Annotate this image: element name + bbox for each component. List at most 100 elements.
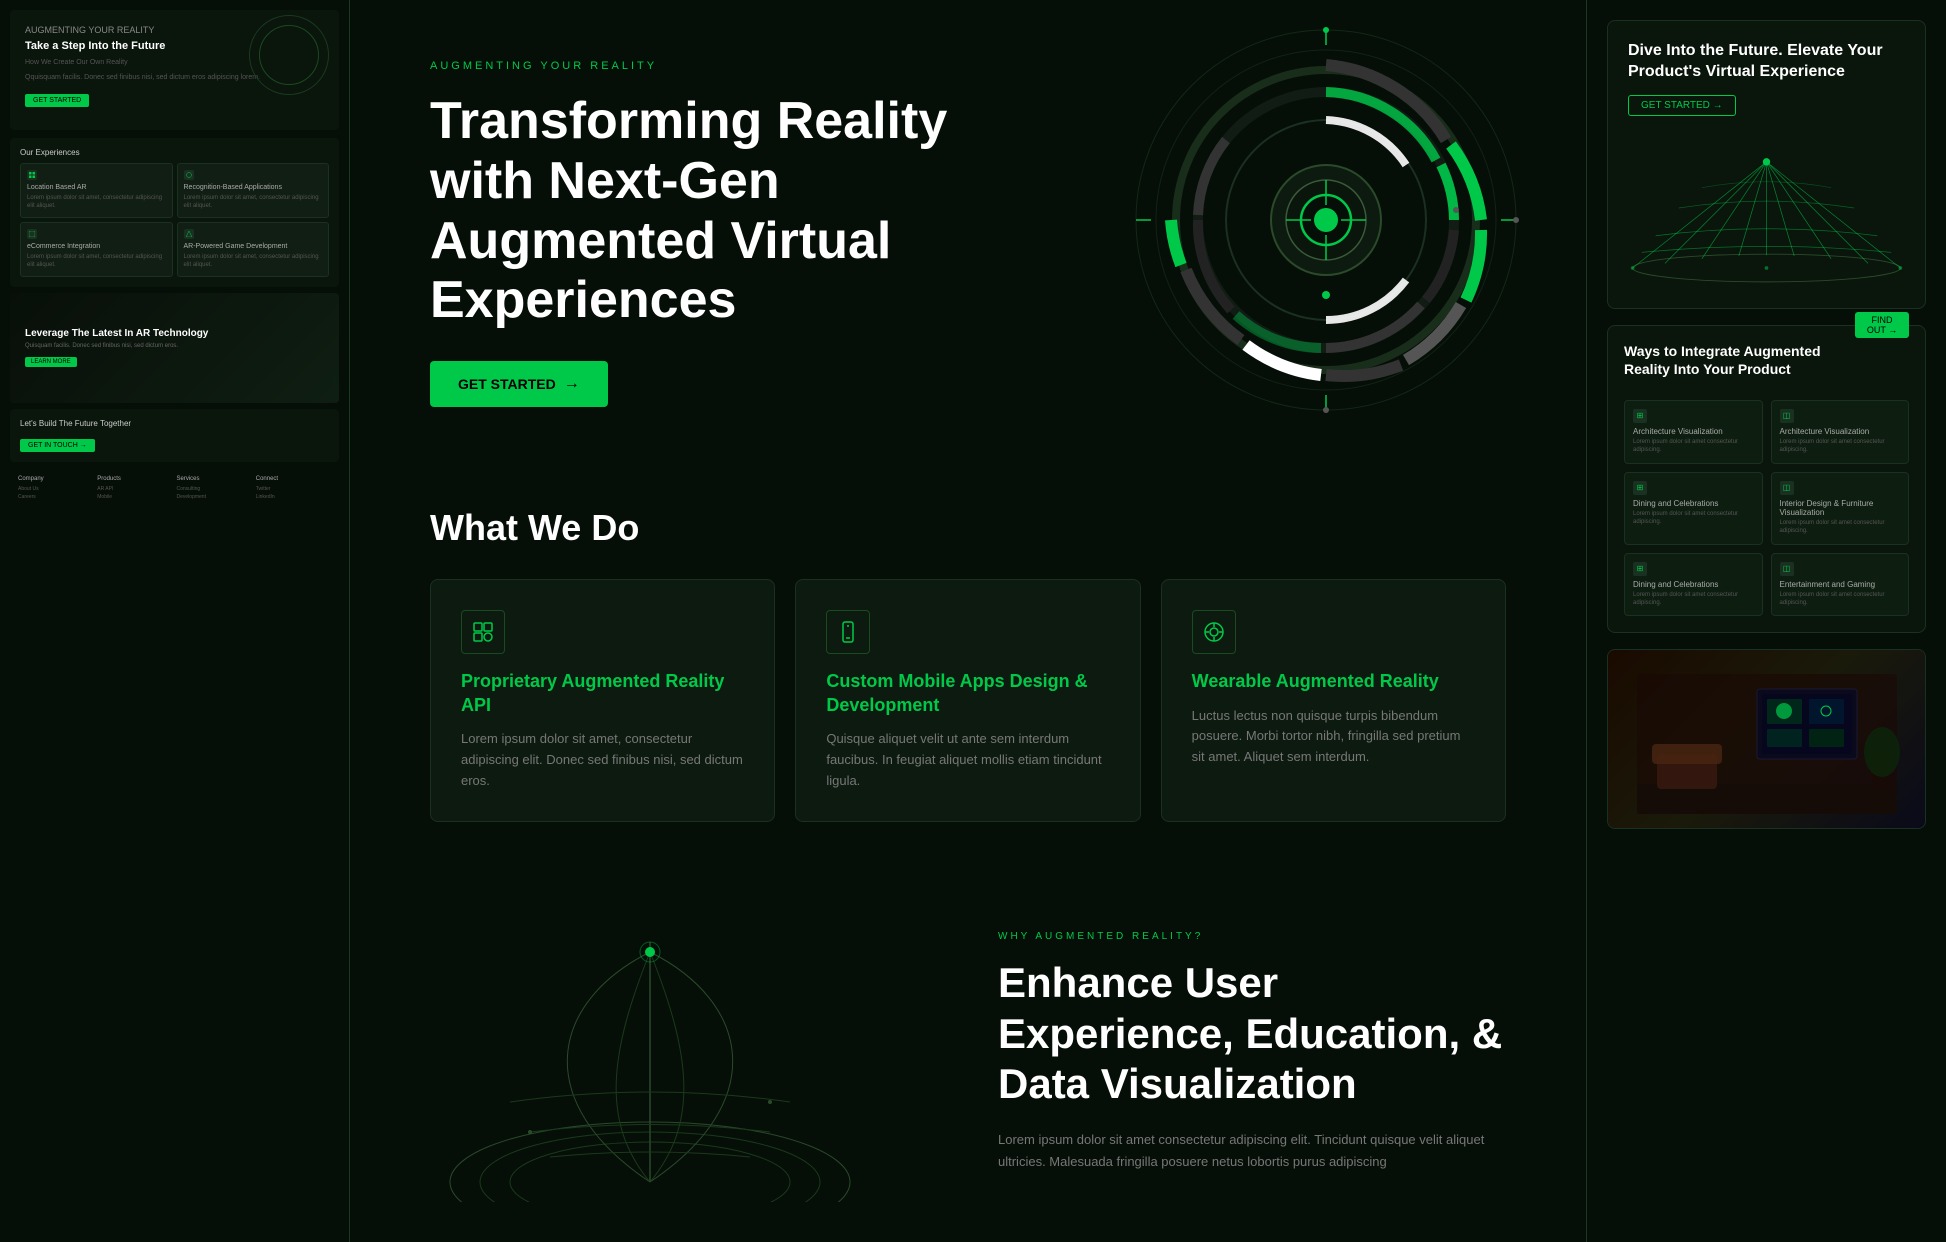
ways-section: Ways to Integrate Augmented Reality Into… <box>1607 325 1926 634</box>
right-panel: Dive Into the Future. Elevate Your Produ… <box>1586 0 1946 1242</box>
ways-item-text-4: Lorem ipsum dolor sit amet consectetur a… <box>1633 591 1754 608</box>
room-visual <box>1607 649 1926 829</box>
ways-item-text-5: Lorem ipsum dolor sit amet consectetur a… <box>1780 591 1901 608</box>
preview-cards-grid: Location Based AR Lorem ipsum dolor sit … <box>20 163 329 277</box>
preview-card-text-1: Lorem ipsum dolor sit amet, consectetur … <box>184 194 323 211</box>
preview-ar-text: Quisquam facilis. Donec sed finibus nisi… <box>25 343 324 349</box>
preview-footer-col-title-2: Services <box>177 476 252 482</box>
preview-footer-item-0-0: About Us <box>18 486 93 492</box>
preview-footer-col-title-1: Products <box>97 476 172 482</box>
preview-cta-button[interactable]: GET STARTED <box>25 94 89 107</box>
preview-experiences-section: Our Experiences Location Based AR Lorem … <box>10 138 339 287</box>
service-card-icon-2 <box>1192 610 1236 654</box>
preview-footer-item-2-1: Development <box>177 494 252 500</box>
hero-cta-button[interactable]: GET STARTED → <box>430 361 608 407</box>
preview-footer-col-title-0: Company <box>18 476 93 482</box>
ways-item-title-4: Dining and Celebrations <box>1633 580 1754 589</box>
preview-card-text-2: Lorem ipsum dolor sit amet, consectetur … <box>27 253 166 270</box>
left-panel: AUGMENTING YOUR REALITY Take a Step Into… <box>0 0 350 1242</box>
hero-cta-label: GET STARTED <box>458 376 556 392</box>
preview-ar-btn[interactable]: LEARN MORE <box>25 357 77 367</box>
preview-card-title-0: Location Based AR <box>27 184 166 191</box>
preview-footer-col-3: Connect Twitter LinkedIn <box>256 476 331 502</box>
preview-footer-item-3-1: LinkedIn <box>256 494 331 500</box>
ways-item-title-5: Entertainment and Gaming <box>1780 580 1901 589</box>
ways-grid: ⊞ Architecture Visualization Lorem ipsum… <box>1624 400 1909 616</box>
enhance-visual <box>430 902 938 1202</box>
right-top-card-title: Dive Into the Future. Elevate Your Produ… <box>1628 41 1905 83</box>
preview-footer-col-2: Services Consulting Development <box>177 476 252 502</box>
hud-graphic <box>1126 20 1526 420</box>
preview-exp-card-2: eCommerce Integration Lorem ipsum dolor … <box>20 222 173 277</box>
service-card-text-0: Lorem ipsum dolor sit amet, consectetur … <box>461 729 744 791</box>
ways-item-text-0: Lorem ipsum dolor sit amet consectetur a… <box>1633 438 1754 455</box>
dome-visual <box>1628 128 1905 288</box>
preview-card-icon-1 <box>184 170 194 180</box>
service-card-0: Proprietary Augmented Reality API Lorem … <box>430 579 775 822</box>
ways-item-icon-2: ⊞ <box>1633 481 1647 495</box>
preview-card-title-3: AR-Powered Game Development <box>184 243 323 250</box>
preview-ar-title: Leverage The Latest In AR Technology <box>25 328 324 339</box>
preview-circle-inner <box>259 25 319 85</box>
service-card-text-1: Quisque aliquet velit ut ante sem interd… <box>826 729 1109 791</box>
globe-arc-svg <box>430 902 870 1202</box>
ways-item-icon-0: ⊞ <box>1633 409 1647 423</box>
preview-future-btn[interactable]: GET IN TOUCH → <box>20 439 95 452</box>
service-card-2: Wearable Augmented Reality Luctus lectus… <box>1161 579 1506 822</box>
enhance-title: Enhance User Experience, Education, & Da… <box>998 958 1506 1109</box>
ways-title: Ways to Integrate Augmented Reality Into… <box>1624 342 1855 378</box>
preview-exp-card-1: Recognition-Based Applications Lorem ips… <box>177 163 330 218</box>
what-we-do-section: What We Do Proprietary Augmented Reality… <box>350 467 1586 862</box>
preview-card-text-3: Lorem ipsum dolor sit amet, consectetur … <box>184 253 323 270</box>
ways-item-text-3: Lorem ipsum dolor sit amet consectetur a… <box>1780 519 1901 536</box>
ways-item-1: ◫ Architecture Visualization Lorem ipsum… <box>1771 400 1910 464</box>
ways-item-icon-5: ◫ <box>1780 562 1794 576</box>
enhance-content: WHY AUGMENTED REALITY? Enhance User Expe… <box>998 931 1506 1173</box>
service-card-title-1: Custom Mobile Apps Design & Development <box>826 670 1109 717</box>
preview-hero: AUGMENTING YOUR REALITY Take a Step Into… <box>10 10 339 130</box>
dome-svg <box>1628 128 1905 288</box>
ways-item-text-2: Lorem ipsum dolor sit amet consectetur a… <box>1633 510 1754 527</box>
preview-footer-item-1-0: AR API <box>97 486 172 492</box>
hero-cta-arrow: → <box>564 375 580 393</box>
preview-footer-col-1: Products AR API Mobile <box>97 476 172 502</box>
preview-footer-item-1-1: Mobile <box>97 494 172 500</box>
hero-section: AUGMENTING YOUR REALITY Transforming Rea… <box>350 0 1586 467</box>
room-svg <box>1617 654 1917 824</box>
preview-card-title-1: Recognition-Based Applications <box>184 184 323 191</box>
enhance-section: WHY AUGMENTED REALITY? Enhance User Expe… <box>350 862 1586 1242</box>
preview-ar-banner: Leverage The Latest In AR Technology Qui… <box>10 293 339 403</box>
ways-item-2: ⊞ Dining and Celebrations Lorem ipsum do… <box>1624 472 1763 545</box>
right-top-card-btn[interactable]: GET STARTED → <box>1628 95 1736 116</box>
preview-footer-item-0-1: Careers <box>18 494 93 500</box>
hud-svg <box>1126 20 1526 420</box>
preview-card-title-2: eCommerce Integration <box>27 243 166 250</box>
hero-title: Transforming Reality with Next-Gen Augme… <box>430 92 990 331</box>
preview-card-text-0: Lorem ipsum dolor sit amet, consectetur … <box>27 194 166 211</box>
service-card-title-0: Proprietary Augmented Reality API <box>461 670 744 717</box>
ways-item-0: ⊞ Architecture Visualization Lorem ipsum… <box>1624 400 1763 464</box>
service-cards-row: Proprietary Augmented Reality API Lorem … <box>430 579 1506 822</box>
preview-footer-col-title-3: Connect <box>256 476 331 482</box>
preview-footer-item-3-0: Twitter <box>256 486 331 492</box>
preview-footer-item-2-0: Consulting <box>177 486 252 492</box>
ways-item-icon-1: ◫ <box>1780 409 1794 423</box>
ways-item-4: ⊞ Dining and Celebrations Lorem ipsum do… <box>1624 553 1763 617</box>
preview-section-title: Our Experiences <box>20 148 329 157</box>
ways-item-icon-4: ⊞ <box>1633 562 1647 576</box>
what-we-do-title: What We Do <box>430 507 1506 549</box>
ways-item-title-0: Architecture Visualization <box>1633 427 1754 436</box>
ways-cta-button[interactable]: FIND OUT → <box>1855 312 1909 338</box>
ways-item-text-1: Lorem ipsum dolor sit amet consectetur a… <box>1780 438 1901 455</box>
service-card-title-2: Wearable Augmented Reality <box>1192 670 1475 693</box>
preview-footer-col-0: Company About Us Careers <box>18 476 93 502</box>
right-top-card: Dive Into the Future. Elevate Your Produ… <box>1607 20 1926 309</box>
enhance-text: Lorem ipsum dolor sit amet consectetur a… <box>998 1129 1506 1173</box>
ways-item-3: ◫ Interior Design & Furniture Visualizat… <box>1771 472 1910 545</box>
service-card-icon-0 <box>461 610 505 654</box>
service-card-icon-1 <box>826 610 870 654</box>
ways-item-title-1: Architecture Visualization <box>1780 427 1901 436</box>
center-panel: AUGMENTING YOUR REALITY Transforming Rea… <box>350 0 1586 1242</box>
preview-card-icon-3 <box>184 229 194 239</box>
preview-exp-card-0: Location Based AR Lorem ipsum dolor sit … <box>20 163 173 218</box>
